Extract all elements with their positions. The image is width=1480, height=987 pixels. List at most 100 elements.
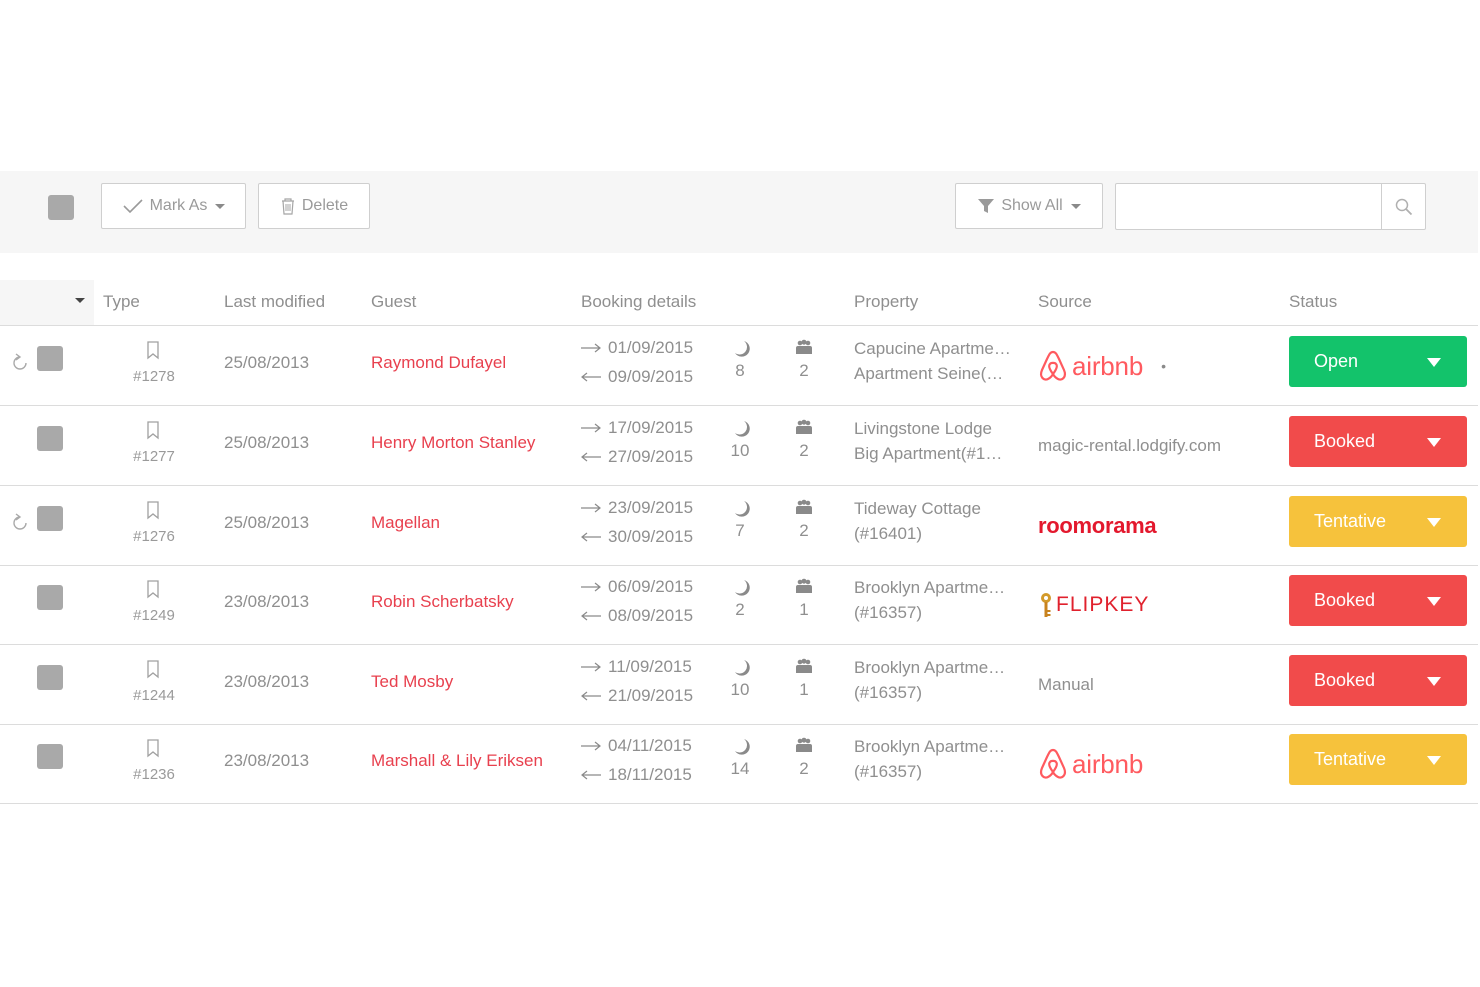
moon-icon <box>735 739 750 755</box>
column-header-source[interactable]: Source <box>1038 292 1092 312</box>
guests-count: 2 <box>799 361 809 380</box>
status-dropdown[interactable]: Booked <box>1289 575 1467 626</box>
booking-dates: 11/09/2015 21/09/2015 <box>580 652 710 710</box>
property-line-2: Apartment Seine(… <box>854 364 1004 383</box>
booking-id: #1277 <box>133 448 175 465</box>
nights-count: 7 <box>735 521 745 540</box>
moon-icon <box>735 421 750 437</box>
bookmark-icon <box>147 739 159 758</box>
status-dropdown[interactable]: Open <box>1289 336 1467 387</box>
source-label: Manual <box>1038 675 1094 694</box>
nights-count: 10 <box>730 441 750 460</box>
property-line-1: Livingstone Lodge <box>854 419 993 438</box>
chevron-down-icon <box>1427 597 1441 606</box>
column-header-last-modified[interactable]: Last modified <box>224 292 325 312</box>
column-header-status[interactable]: Status <box>1289 292 1337 312</box>
column-header-booking-details[interactable]: Booking details <box>581 292 696 312</box>
booking-dates: 04/11/2015 18/11/2015 <box>580 731 710 789</box>
status-dropdown[interactable]: Booked <box>1289 416 1467 467</box>
source-label: airbnb <box>1072 748 1144 779</box>
guests-count: 1 <box>799 680 809 699</box>
booking-id: #1249 <box>133 607 175 624</box>
column-header-type[interactable]: Type <box>103 292 140 312</box>
departure-date: 30/09/2015 <box>608 526 694 546</box>
last-modified-date: 23/08/2013 <box>224 592 310 611</box>
source-label: roomorama <box>1038 513 1157 538</box>
search-button[interactable] <box>1381 184 1425 229</box>
row-checkbox[interactable] <box>37 426 63 451</box>
mark-as-button[interactable]: Mark As <box>101 183 246 229</box>
search-input[interactable] <box>1116 184 1382 229</box>
booking-source: FLIPKEY <box>1038 585 1149 625</box>
arrow-right-icon <box>581 662 601 671</box>
status-label: Tentative <box>1314 749 1387 769</box>
airbnb-logo-icon <box>1040 748 1066 779</box>
guest-link[interactable]: Magellan <box>371 513 440 533</box>
chevron-down-icon <box>215 203 226 209</box>
select-all-checkbox[interactable] <box>48 195 74 220</box>
guest-link[interactable]: Robin Scherbatsky <box>371 592 514 612</box>
guest-link[interactable]: Raymond Dufayel <box>371 353 506 373</box>
moon-icon <box>735 580 750 596</box>
status-label: Booked <box>1314 670 1376 690</box>
booking-dates: 06/09/2015 08/09/2015 <box>580 572 710 630</box>
row-checkbox[interactable] <box>37 506 63 531</box>
guests-count: 2 <box>799 521 809 540</box>
sync-icon[interactable] <box>9 352 31 374</box>
column-header-guest[interactable]: Guest <box>371 292 416 312</box>
guest-link[interactable]: Henry Morton Stanley <box>371 433 535 453</box>
table-row[interactable]: #1276 25/08/2013 Magellan 23/09/2015 30/… <box>0 486 1478 566</box>
row-checkbox[interactable] <box>37 744 63 769</box>
trash-icon <box>281 198 294 215</box>
column-header-property[interactable]: Property <box>854 292 918 312</box>
property-name: Brooklyn Apartme… (#16357) <box>854 655 1024 705</box>
bookmark-icon <box>147 580 159 599</box>
booking-id: #1236 <box>133 766 175 783</box>
table-header: Type Last modified Guest Booking details… <box>0 280 1478 326</box>
delete-button[interactable]: Delete <box>258 183 370 229</box>
toolbar: Mark As Delete Show All <box>0 171 1478 253</box>
guest-link[interactable]: Marshall & Lily Eriksen <box>371 751 543 771</box>
last-modified-date: 23/08/2013 <box>224 672 310 691</box>
guests-count: 2 <box>799 759 809 778</box>
status-dropdown[interactable]: Booked <box>1289 655 1467 706</box>
row-checkbox[interactable] <box>37 585 63 610</box>
arrival-date: 06/09/2015 <box>608 576 694 596</box>
arrow-right-icon <box>581 582 601 591</box>
status-label: Open <box>1314 351 1359 371</box>
source-label: FLIPKEY <box>1056 593 1150 616</box>
last-modified-date: 25/08/2013 <box>224 433 310 452</box>
guests-icon <box>796 419 812 434</box>
chevron-down-icon <box>1070 203 1081 209</box>
status-label: Booked <box>1314 590 1376 610</box>
property-line-1: Brooklyn Apartme… <box>854 578 1006 597</box>
sync-icon[interactable] <box>9 512 31 534</box>
moon-icon <box>735 501 750 517</box>
status-dropdown[interactable]: Tentative <box>1289 496 1467 547</box>
nights-count: 10 <box>730 680 750 699</box>
status-dropdown[interactable]: Tentative <box>1289 734 1467 785</box>
table-row[interactable]: #1249 23/08/2013 Robin Scherbatsky 06/09… <box>0 565 1478 645</box>
status-label: Booked <box>1314 431 1376 451</box>
departure-date: 08/09/2015 <box>608 605 694 625</box>
table-row[interactable]: #1278 25/08/2013 Raymond Dufayel 01/09/2… <box>0 326 1478 406</box>
property-line-2: (#16357) <box>854 603 923 622</box>
table-row[interactable]: #1277 25/08/2013 Henry Morton Stanley 17… <box>0 406 1478 486</box>
property-name: Livingstone Lodge Big Apartment(#1… <box>854 416 1024 466</box>
property-line-2: (#16401) <box>854 524 923 543</box>
arrow-right-icon <box>581 503 601 512</box>
property-line-1: Brooklyn Apartme… <box>854 737 1006 756</box>
mark-as-label: Mark As <box>149 197 208 214</box>
guest-link[interactable]: Ted Mosby <box>371 672 453 692</box>
sort-dropdown[interactable] <box>0 280 94 325</box>
chevron-down-icon <box>1427 756 1441 765</box>
row-checkbox[interactable] <box>37 346 63 371</box>
guests-count: 2 <box>799 441 809 460</box>
booking-source: airbnb • <box>1038 346 1166 386</box>
row-checkbox[interactable] <box>37 665 63 690</box>
show-all-filter-button[interactable]: Show All <box>955 183 1103 229</box>
bookmark-icon <box>147 660 159 679</box>
table-row[interactable]: #1244 23/08/2013 Ted Mosby 11/09/2015 21… <box>0 645 1478 725</box>
booking-id: #1278 <box>133 368 175 385</box>
table-row[interactable]: #1236 23/08/2013 Marshall & Lily Eriksen… <box>0 724 1478 804</box>
